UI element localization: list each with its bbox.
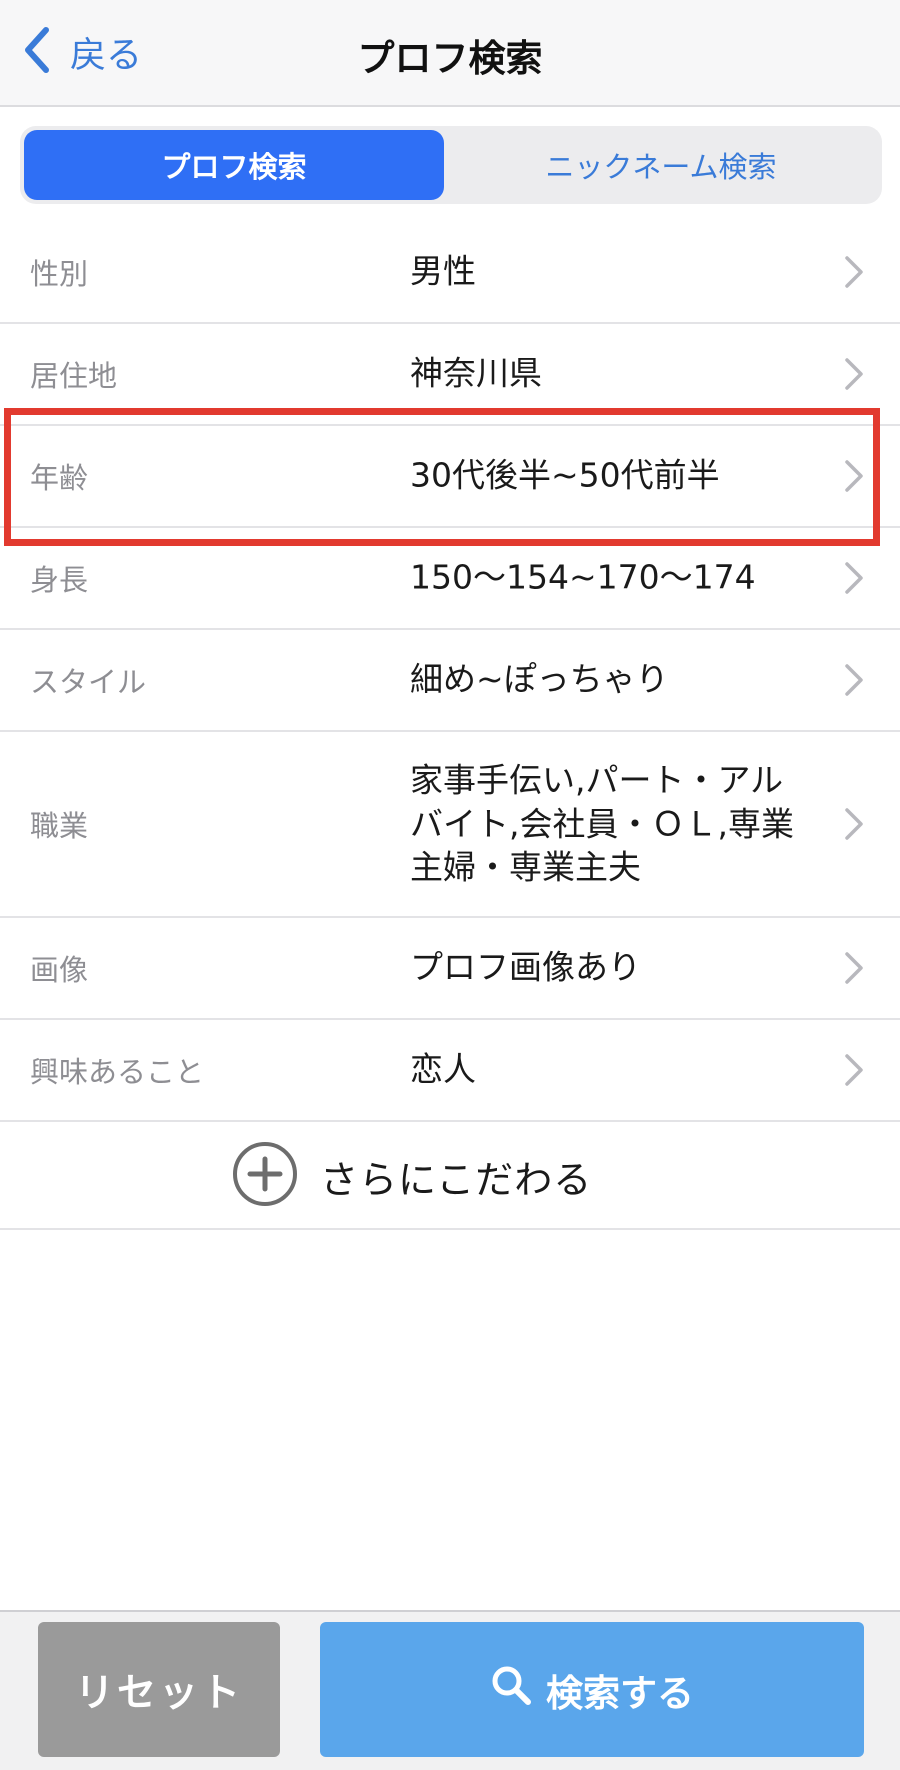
criteria-row-height[interactable]: 身長 150〜154~170〜174 <box>0 528 900 630</box>
reset-button[interactable]: リセット <box>38 1622 280 1757</box>
tab-nickname-search[interactable]: ニックネーム検索 <box>444 130 878 200</box>
chevron-right-icon <box>844 561 864 595</box>
row-value: 恋人 <box>410 1049 476 1089</box>
criteria-row-interests[interactable]: 興味あること 恋人 <box>0 1020 900 1122</box>
search-button-label: 検索する <box>546 1671 694 1715</box>
plus-circle-icon <box>232 1141 298 1211</box>
row-value: 家事手伝い,パート・アル バイト,会社員・ＯＬ,専業 主婦・専業主夫 <box>410 759 820 890</box>
search-criteria-list: 性別 男性 居住地 神奈川県 年齢 30代後半~50代前半 身長 150〜154… <box>0 222 900 1122</box>
row-value: 細め~ぽっちゃり <box>410 659 669 699</box>
row-label: 居住地 <box>30 359 118 393</box>
navigation-bar: 戻る プロフ検索 <box>0 0 900 107</box>
footer-bar: リセット 検索する <box>0 1610 900 1770</box>
row-label: 職業 <box>30 809 89 843</box>
row-label: 興味あること <box>30 1055 205 1089</box>
criteria-row-occupation[interactable]: 職業 家事手伝い,パート・アル バイト,会社員・ＯＬ,専業 主婦・専業主夫 <box>0 732 900 918</box>
more-filters-content: さらにこだわる <box>232 1141 592 1211</box>
row-value-line: 主婦・専業主夫 <box>410 847 641 887</box>
chevron-right-icon <box>844 807 864 841</box>
chevron-right-icon <box>844 663 864 697</box>
row-value-line: 家事手伝い,パート・アル <box>410 760 784 800</box>
row-label: 性別 <box>30 257 89 291</box>
row-value: 30代後半~50代前半 <box>410 455 720 495</box>
row-label: 年齢 <box>30 461 89 495</box>
chevron-right-icon <box>844 255 864 289</box>
row-label: スタイル <box>30 665 147 699</box>
chevron-right-icon <box>844 357 864 391</box>
criteria-row-style[interactable]: スタイル 細め~ぽっちゃり <box>0 630 900 732</box>
chevron-right-icon <box>844 951 864 985</box>
row-label: 画像 <box>30 953 89 987</box>
search-icon <box>490 1664 546 1715</box>
row-value: プロフ画像あり <box>410 947 641 987</box>
row-value: 150〜154~170〜174 <box>410 557 756 597</box>
criteria-row-residence[interactable]: 居住地 神奈川県 <box>0 324 900 426</box>
tab-profile-search[interactable]: プロフ検索 <box>24 130 444 200</box>
chevron-right-icon <box>844 459 864 493</box>
row-value-line: バイト,会社員・ＯＬ,専業 <box>410 804 794 844</box>
criteria-row-image[interactable]: 画像 プロフ画像あり <box>0 918 900 1020</box>
search-button[interactable]: 検索する <box>320 1622 864 1757</box>
more-filters-label: さらにこだわる <box>320 1157 593 1202</box>
criteria-row-gender[interactable]: 性別 男性 <box>0 222 900 324</box>
row-label: 身長 <box>30 563 89 597</box>
more-filters-button[interactable]: さらにこだわる <box>0 1124 900 1230</box>
row-value: 神奈川県 <box>410 353 542 393</box>
chevron-right-icon <box>844 1053 864 1087</box>
criteria-row-age[interactable]: 年齢 30代後半~50代前半 <box>0 426 900 528</box>
row-value: 男性 <box>410 251 476 291</box>
page-title: プロフ検索 <box>357 37 543 80</box>
search-type-segmented-control: プロフ検索 ニックネーム検索 <box>20 126 882 204</box>
